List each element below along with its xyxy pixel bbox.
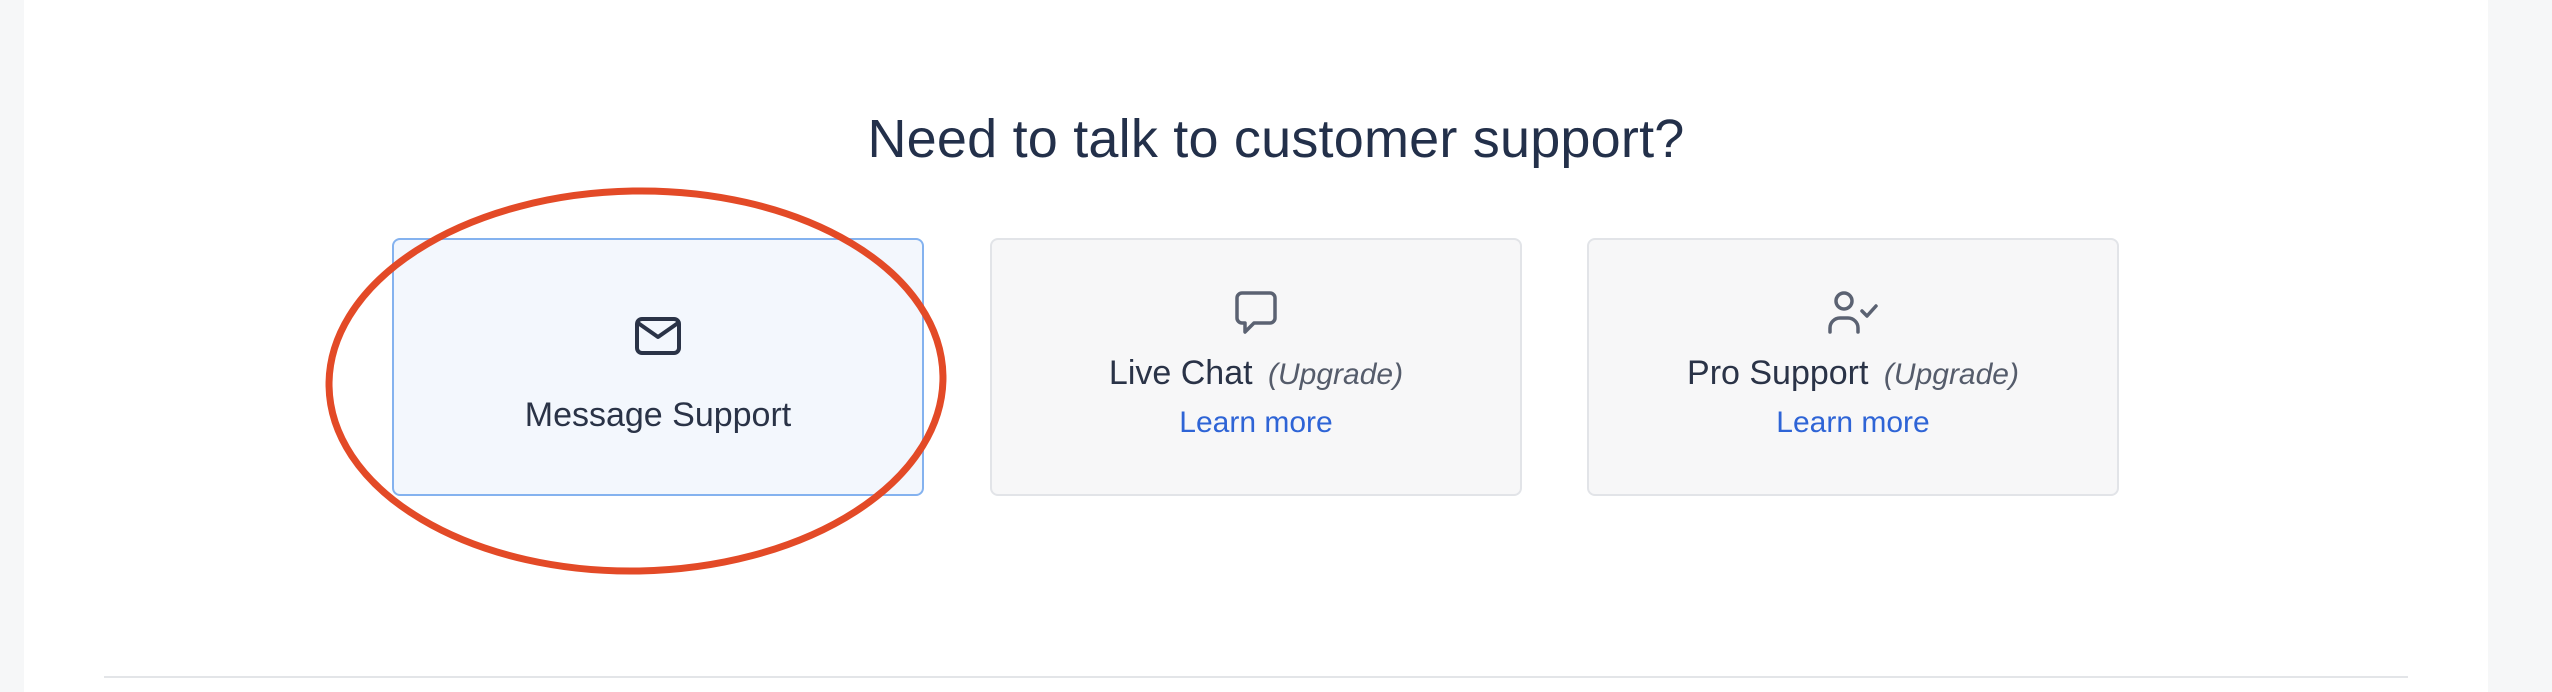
page-heading: Need to talk to customer support?	[867, 109, 1685, 169]
live-chat-label: Live Chat	[1108, 354, 1253, 392]
section-divider	[104, 676, 2408, 678]
live-chat-upgrade-badge: (Upgrade)	[1268, 358, 1404, 391]
message-support-card[interactable]: Message Support	[392, 238, 924, 496]
pro-support-upgrade-badge: (Upgrade)	[1883, 358, 2019, 391]
envelope-icon	[394, 316, 922, 356]
pro-support-label: Pro Support	[1687, 354, 1869, 392]
pro-support-learn-more-link[interactable]: Learn more	[1589, 406, 2117, 440]
chat-bubble-icon	[992, 290, 1520, 336]
live-chat-card[interactable]: Live Chat (Upgrade) Learn more	[990, 238, 1522, 496]
pro-support-card[interactable]: Pro Support (Upgrade) Learn more	[1587, 238, 2119, 496]
live-chat-title: Live Chat (Upgrade)	[992, 354, 1520, 393]
live-chat-learn-more-link[interactable]: Learn more	[992, 406, 1520, 440]
user-check-icon	[1589, 290, 2117, 336]
pro-support-title: Pro Support (Upgrade)	[1589, 354, 2117, 393]
message-support-label: Message Support	[524, 396, 792, 434]
